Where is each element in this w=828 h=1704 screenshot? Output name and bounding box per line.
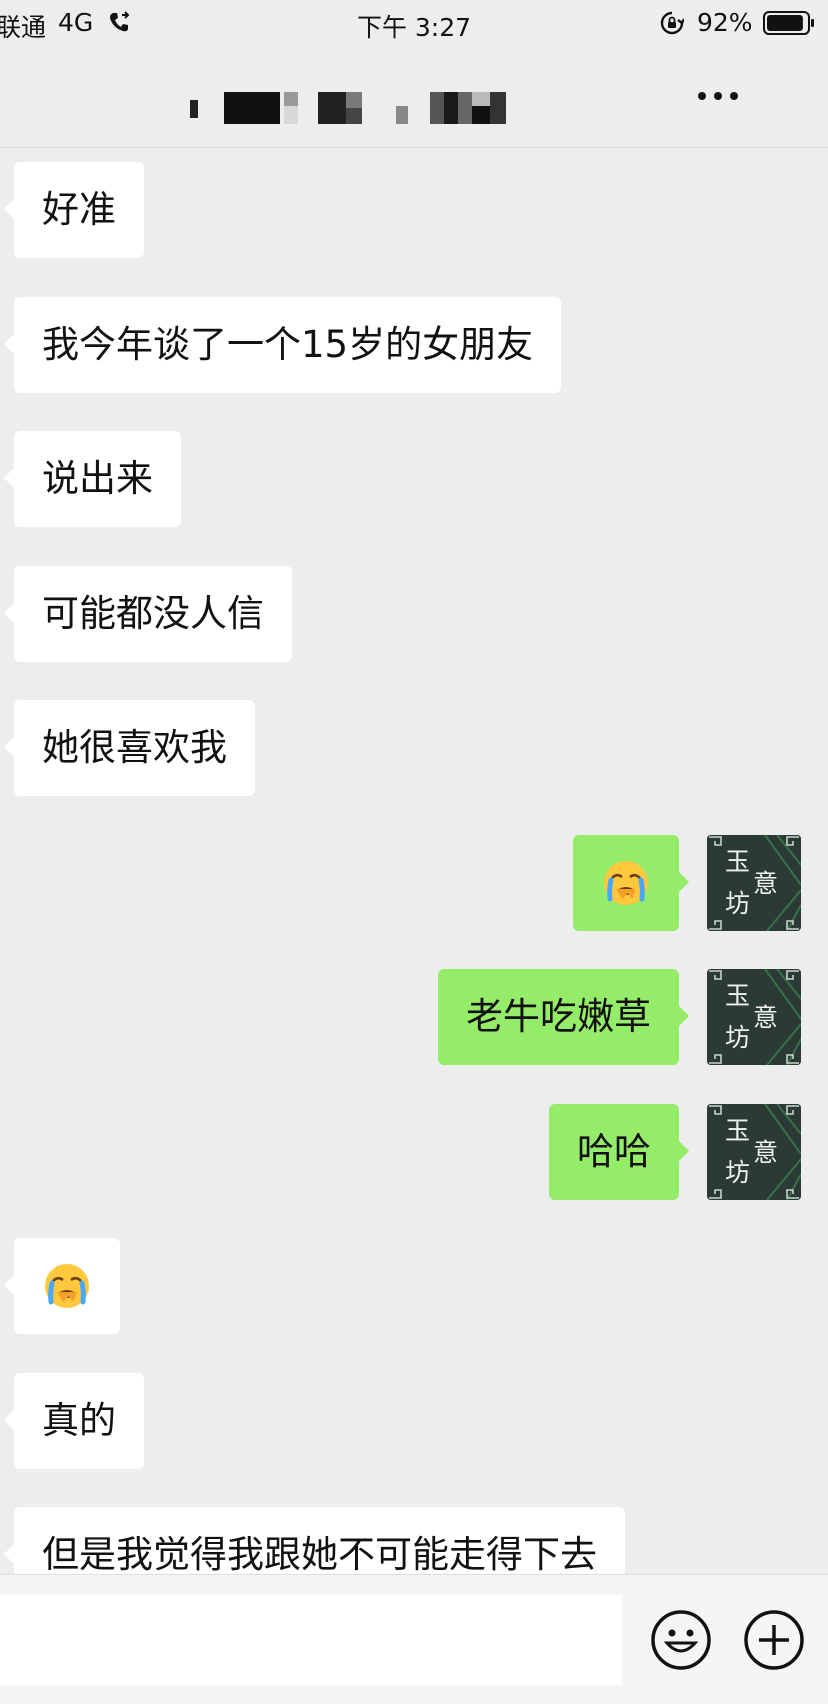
outgoing-message-bubble[interactable]: 哈哈 — [549, 1103, 689, 1200]
message-text: 她很喜欢我 — [42, 726, 227, 769]
smiley-icon[interactable] — [650, 1609, 712, 1671]
chat-header — [0, 48, 828, 148]
avatar[interactable]: 玉意坊 — [707, 969, 801, 1065]
message-row: 我今年谈了一个15岁的女朋友 — [0, 296, 828, 393]
plus-circle-icon[interactable] — [743, 1609, 805, 1671]
message-text: 真的 — [42, 1398, 116, 1442]
outgoing-message-bubble[interactable] — [573, 834, 689, 931]
message-text: 老牛吃嫩草 — [466, 995, 651, 1038]
avatar-char: 坊 — [725, 888, 751, 918]
battery-percent: 92% — [697, 8, 753, 37]
avatar-char: 意 — [753, 1137, 779, 1167]
avatar-char: 坊 — [725, 1023, 751, 1052]
message-row: 玉意坊 — [0, 834, 828, 931]
avatar-char: 坊 — [725, 1157, 751, 1187]
loudly-crying-face-icon — [604, 860, 648, 905]
message-text: 但是我觉得我跟她不可能走得下去 — [42, 1533, 597, 1576]
status-bar: 联通 4G 下午 3:27 92% — [0, 0, 828, 48]
message-row: 她很喜欢我 — [0, 700, 828, 796]
more-icon[interactable] — [696, 88, 740, 104]
outgoing-message-bubble[interactable]: 老牛吃嫩草 — [438, 969, 689, 1065]
message-input[interactable] — [0, 1595, 622, 1685]
message-row: 可能都没人信 — [0, 565, 828, 662]
message-text: 哈哈 — [577, 1129, 651, 1173]
chat-screen: 联通 4G 下午 3:27 92% 好准 我今年谈了一个15岁的女朋友 说出来 … — [0, 0, 828, 1704]
battery-icon — [763, 11, 814, 35]
incoming-message-bubble[interactable]: 说出来 — [4, 431, 181, 527]
incoming-message-bubble[interactable]: 真的 — [4, 1372, 144, 1469]
message-row: 好准 — [0, 162, 828, 258]
avatar[interactable]: 玉意坊 — [707, 834, 801, 931]
message-row: 哈哈 玉意坊 — [0, 1103, 828, 1200]
avatar-char: 意 — [753, 868, 779, 898]
message-row: 老牛吃嫩草 玉意坊 — [0, 969, 828, 1065]
rotation-lock-icon — [660, 11, 684, 35]
avatar-char: 玉 — [725, 981, 751, 1010]
incoming-message-bubble[interactable]: 可能都没人信 — [4, 565, 292, 662]
input-bar — [0, 1574, 828, 1704]
message-text: 我今年谈了一个15岁的女朋友 — [42, 322, 534, 366]
message-text: 说出来 — [42, 457, 153, 500]
message-row: 说出来 — [0, 431, 828, 527]
chat-title-pixelated — [190, 92, 520, 124]
loudly-crying-face-icon — [45, 1264, 89, 1308]
avatar[interactable]: 玉意坊 — [707, 1103, 801, 1200]
incoming-message-bubble[interactable] — [4, 1238, 120, 1334]
message-row: 真的 — [0, 1372, 828, 1469]
message-text: 好准 — [42, 188, 116, 231]
incoming-message-bubble[interactable]: 好准 — [4, 162, 144, 258]
avatar-char: 玉 — [725, 1115, 751, 1145]
incoming-message-bubble[interactable]: 她很喜欢我 — [4, 700, 255, 796]
message-row — [0, 1238, 828, 1334]
message-text: 可能都没人信 — [42, 591, 264, 635]
avatar-char: 玉 — [725, 846, 751, 876]
incoming-message-bubble[interactable]: 我今年谈了一个15岁的女朋友 — [3, 296, 562, 393]
avatar-char: 意 — [753, 1003, 779, 1032]
